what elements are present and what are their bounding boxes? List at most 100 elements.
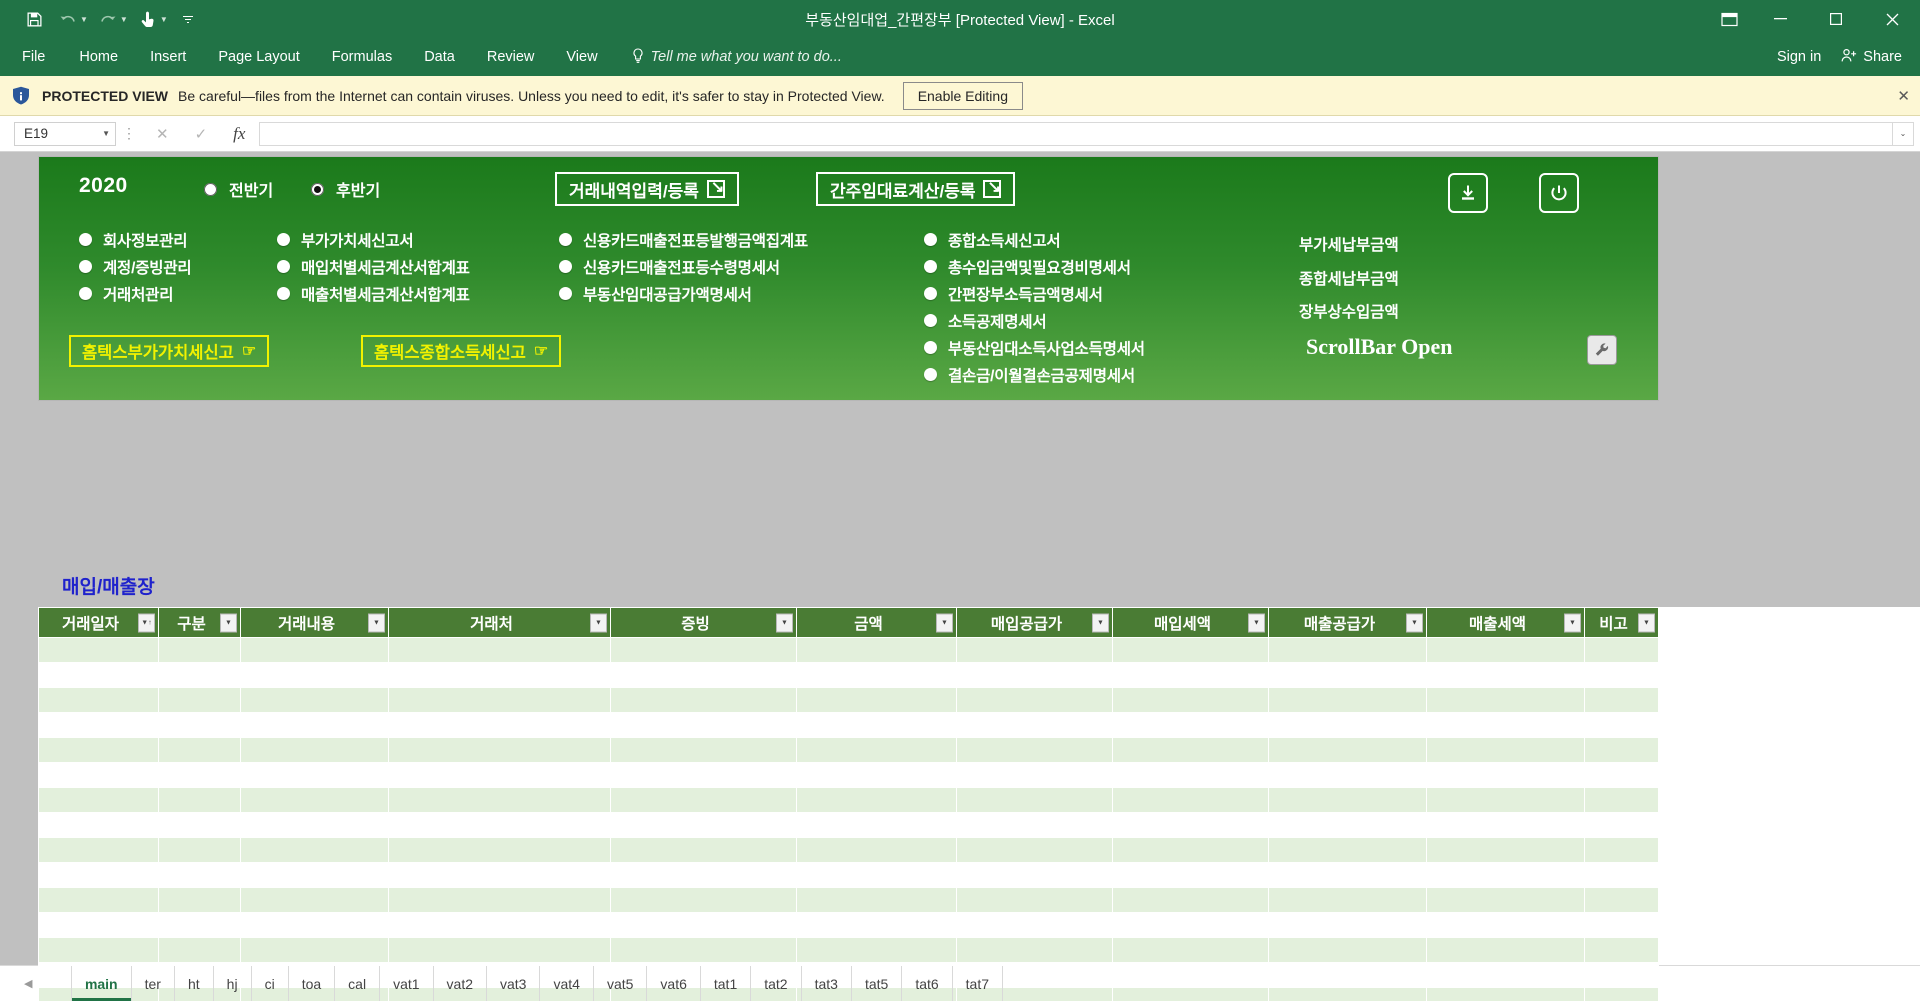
table-cell[interactable]	[38, 637, 159, 663]
table-cell[interactable]	[1268, 712, 1427, 738]
table-cell[interactable]	[956, 762, 1113, 788]
filter-icon[interactable]: ▼	[1092, 613, 1109, 632]
table-row[interactable]	[38, 937, 1659, 963]
table-cell[interactable]	[1426, 887, 1585, 913]
table-cell[interactable]	[1426, 812, 1585, 838]
share-button[interactable]: Share	[1841, 48, 1902, 67]
table-cell[interactable]	[1426, 712, 1585, 738]
table-row[interactable]	[38, 637, 1659, 663]
chevron-down-icon[interactable]: ▼	[102, 129, 110, 138]
formula-bar-grip[interactable]: ⋮	[116, 125, 142, 142]
table-cell[interactable]	[1426, 837, 1585, 863]
table-cell[interactable]	[1584, 987, 1659, 1001]
save-icon[interactable]	[18, 5, 50, 33]
minimize-button[interactable]	[1752, 0, 1808, 38]
table-cell[interactable]	[1426, 687, 1585, 713]
table-row[interactable]	[38, 912, 1659, 938]
filter-icon[interactable]: ▼	[1564, 613, 1581, 632]
table-cell[interactable]	[1112, 912, 1269, 938]
tell-me-search[interactable]: Tell me what you want to do...	[632, 47, 842, 67]
table-cell[interactable]	[1268, 887, 1427, 913]
sheet-tab-tat7[interactable]: tat7	[953, 966, 1004, 1001]
table-cell[interactable]	[1112, 787, 1269, 813]
table-cell[interactable]	[1112, 762, 1269, 788]
filter-icon[interactable]: ▼	[1638, 613, 1655, 632]
column-header-amount[interactable]: 금액 ▼	[796, 607, 957, 638]
transaction-entry-button[interactable]: 거래내역입력/등록	[555, 172, 739, 206]
table-row[interactable]	[38, 687, 1659, 713]
table-cell[interactable]	[610, 637, 797, 663]
table-cell[interactable]	[38, 887, 159, 913]
table-cell[interactable]	[38, 712, 159, 738]
table-cell[interactable]	[796, 762, 957, 788]
table-cell[interactable]	[796, 887, 957, 913]
table-cell[interactable]	[1584, 812, 1659, 838]
table-cell[interactable]	[158, 712, 241, 738]
table-cell[interactable]	[796, 637, 957, 663]
table-cell[interactable]	[610, 837, 797, 863]
table-cell[interactable]	[388, 637, 611, 663]
table-cell[interactable]	[38, 862, 159, 888]
column-header-date[interactable]: 거래일자 ▼↑	[38, 607, 159, 638]
sheet-tab-vat2[interactable]: vat2	[434, 966, 487, 1001]
table-cell[interactable]	[158, 937, 241, 963]
table-cell[interactable]	[158, 687, 241, 713]
menu-item-vat-return[interactable]: 부가가치세신고서	[277, 226, 470, 253]
filter-icon[interactable]: ▼	[368, 613, 385, 632]
wrench-settings-button[interactable]	[1587, 335, 1617, 365]
table-cell[interactable]	[388, 812, 611, 838]
table-cell[interactable]	[1268, 987, 1427, 1001]
table-cell[interactable]	[388, 762, 611, 788]
column-header-purchase-supply[interactable]: 매입공급가 ▼	[956, 607, 1113, 638]
table-cell[interactable]	[388, 787, 611, 813]
table-cell[interactable]	[1112, 712, 1269, 738]
tab-home[interactable]: Home	[63, 38, 134, 76]
column-header-remarks[interactable]: 비고 ▼	[1584, 607, 1659, 638]
table-cell[interactable]	[956, 687, 1113, 713]
column-header-purchase-tax[interactable]: 매입세액 ▼	[1112, 607, 1269, 638]
table-cell[interactable]	[610, 937, 797, 963]
tab-formulas[interactable]: Formulas	[316, 38, 408, 76]
table-cell[interactable]	[1268, 837, 1427, 863]
table-cell[interactable]	[1112, 887, 1269, 913]
table-cell[interactable]	[1112, 637, 1269, 663]
table-cell[interactable]	[1268, 787, 1427, 813]
menu-item-card-receipt-statement[interactable]: 신용카드매출전표등수령명세서	[559, 253, 808, 280]
sheet-tab-tat2[interactable]: tat2	[751, 966, 802, 1001]
table-cell[interactable]	[796, 662, 957, 688]
table-cell[interactable]	[38, 687, 159, 713]
table-cell[interactable]	[240, 662, 389, 688]
sheet-tab-cal[interactable]: cal	[335, 966, 381, 1001]
table-cell[interactable]	[158, 912, 241, 938]
table-cell[interactable]	[610, 787, 797, 813]
table-cell[interactable]	[610, 687, 797, 713]
table-cell[interactable]	[1426, 637, 1585, 663]
sheet-tab-toa[interactable]: toa	[289, 966, 336, 1001]
redo-dropdown-icon[interactable]: ▼	[120, 15, 128, 24]
table-cell[interactable]	[240, 712, 389, 738]
table-cell[interactable]	[1268, 862, 1427, 888]
table-cell[interactable]	[1584, 862, 1659, 888]
table-cell[interactable]	[1584, 837, 1659, 863]
table-cell[interactable]	[240, 762, 389, 788]
table-cell[interactable]	[388, 937, 611, 963]
table-cell[interactable]	[1584, 937, 1659, 963]
radio-icon-selected[interactable]	[311, 182, 324, 196]
table-cell[interactable]	[1112, 687, 1269, 713]
ribbon-display-options-icon[interactable]	[1706, 0, 1752, 38]
table-cell[interactable]	[1268, 662, 1427, 688]
table-cell[interactable]	[240, 687, 389, 713]
table-cell[interactable]	[158, 637, 241, 663]
table-cell[interactable]	[1584, 787, 1659, 813]
table-cell[interactable]	[240, 812, 389, 838]
table-cell[interactable]	[1112, 987, 1269, 1001]
table-cell[interactable]	[796, 687, 957, 713]
table-cell[interactable]	[1112, 812, 1269, 838]
table-cell[interactable]	[1426, 737, 1585, 763]
table-cell[interactable]	[38, 937, 159, 963]
table-cell[interactable]	[1268, 937, 1427, 963]
table-cell[interactable]	[1112, 662, 1269, 688]
maximize-button[interactable]	[1808, 0, 1864, 38]
table-cell[interactable]	[38, 737, 159, 763]
table-cell[interactable]	[1584, 962, 1659, 988]
